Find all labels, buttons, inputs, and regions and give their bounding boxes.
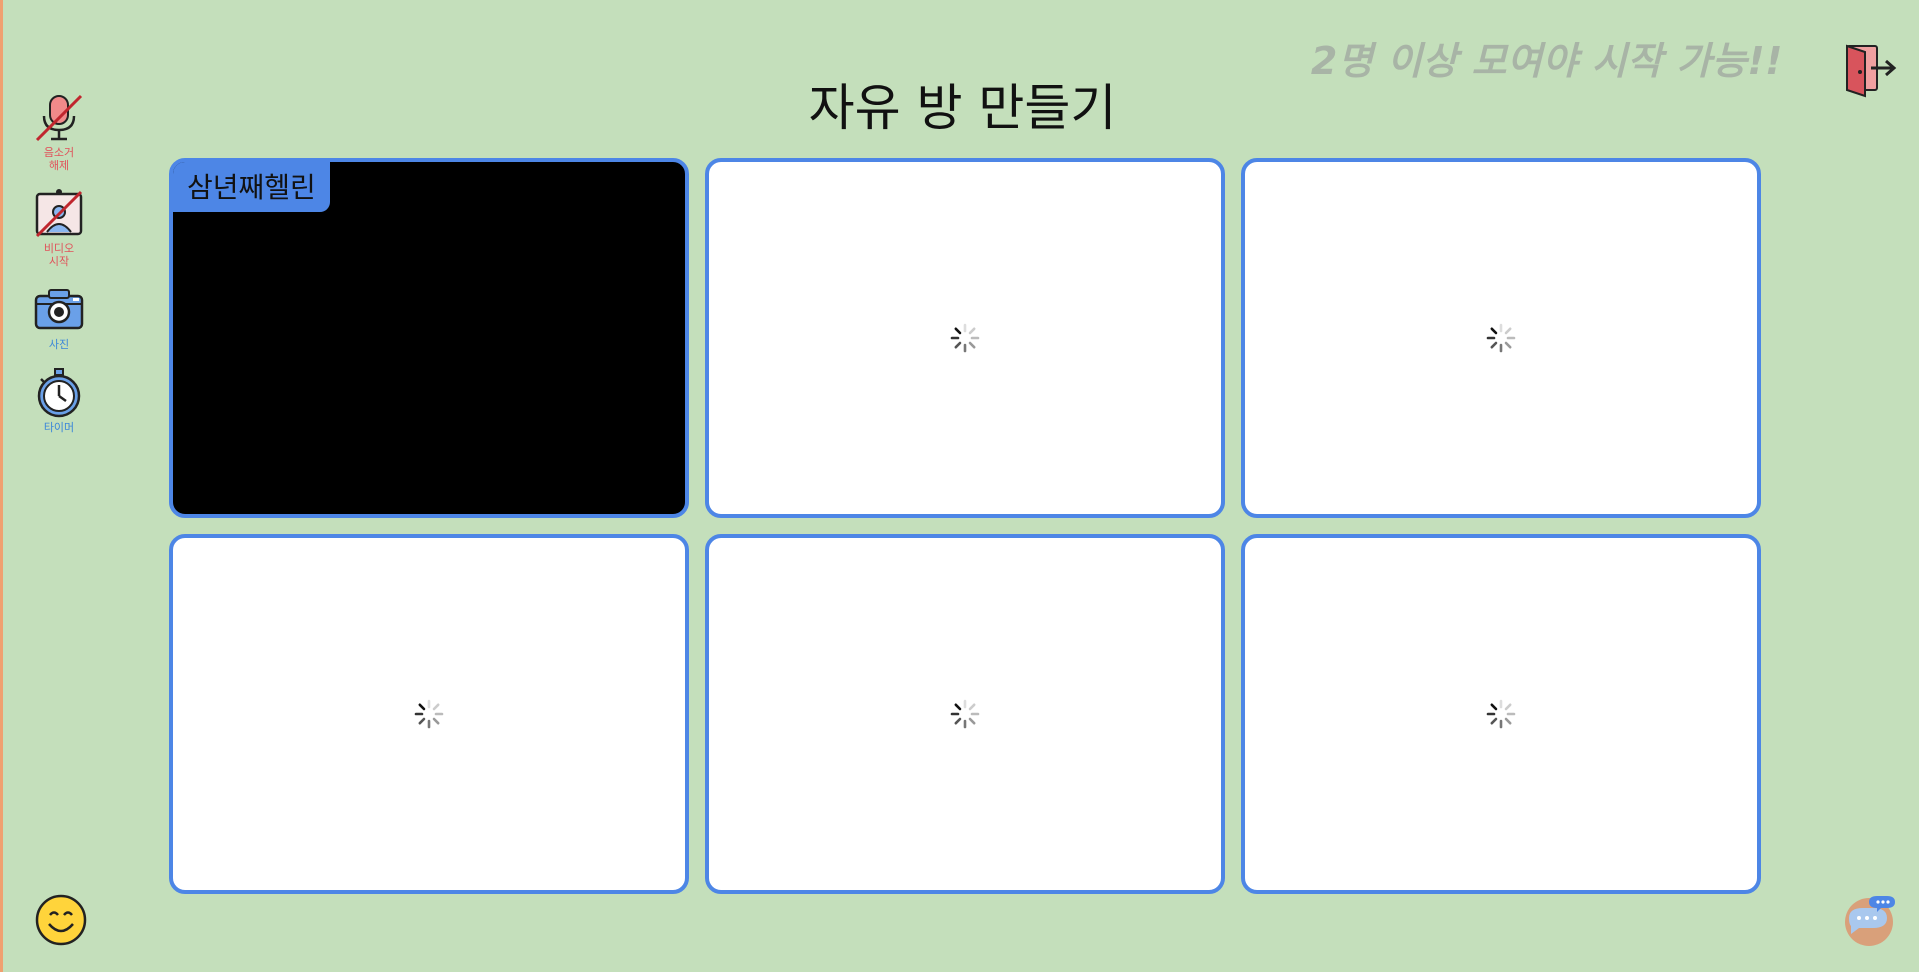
empty-slot-tile: [705, 158, 1225, 518]
photo-label: 사진: [48, 338, 70, 351]
empty-slot-tile: [169, 534, 689, 894]
timer-button[interactable]: 타이머: [27, 367, 91, 434]
empty-slot-tile: [1241, 534, 1761, 894]
photo-button[interactable]: 사진: [27, 284, 91, 351]
sidebar: 음소거 해제 비디오 시작 사진 타이머: [27, 92, 91, 450]
start-video-label: 비디오 시작: [43, 242, 75, 268]
loading-spinner-icon: [950, 699, 980, 729]
video-off-icon: [35, 189, 83, 238]
stopwatch-icon: [37, 368, 81, 418]
loading-spinner-icon: [950, 323, 980, 353]
exit-button[interactable]: [1843, 42, 1899, 98]
empty-slot-tile: [705, 534, 1225, 894]
timer-label: 타이머: [43, 421, 75, 434]
chat-button[interactable]: [1843, 894, 1895, 946]
participant-tile[interactable]: 삼년째헬린: [169, 158, 689, 518]
participant-name: 삼년째헬린: [173, 162, 330, 212]
video-grid: 삼년째헬린: [169, 158, 1761, 894]
camera-icon: [34, 289, 84, 330]
exit-door-icon: [1846, 44, 1897, 98]
chat-bubble-icon: [1845, 896, 1895, 946]
emoji-button[interactable]: [35, 894, 87, 946]
loading-spinner-icon: [1486, 323, 1516, 353]
empty-slot-tile: [1241, 158, 1761, 518]
unmute-label: 음소거 해제: [43, 146, 75, 172]
smile-emoji-icon: [35, 894, 87, 946]
start-video-button[interactable]: 비디오 시작: [27, 188, 91, 268]
loading-spinner-icon: [414, 699, 444, 729]
loading-spinner-icon: [1486, 699, 1516, 729]
room-title: 자유 방 만들기: [808, 79, 1117, 137]
